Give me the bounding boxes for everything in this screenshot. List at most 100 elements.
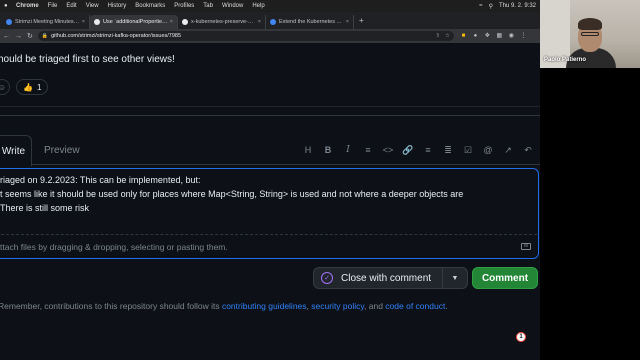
puzzle-icon[interactable]: ❖	[484, 33, 491, 40]
github-icon	[94, 19, 100, 25]
note-end: .	[445, 301, 448, 311]
code-icon[interactable]: <>	[380, 142, 396, 158]
reference-icon[interactable]: ↗	[500, 142, 516, 158]
divider	[0, 115, 540, 116]
comment-line: riaged on 9.2.2023: This can be implemen…	[0, 175, 201, 185]
participant-name: Paolo Patierno	[544, 57, 587, 63]
search-icon[interactable]: ⚲	[489, 3, 493, 10]
close-icon[interactable]: ×	[346, 19, 349, 25]
menu-dots-icon[interactable]: ⋮	[520, 33, 527, 40]
menu-file[interactable]: File	[48, 3, 58, 9]
close-reason-dropdown[interactable]: ▼	[443, 267, 468, 289]
tab-title: x-kubernetes-preserve-unkno...	[191, 19, 256, 25]
browser-tab-3[interactable]: x-kubernetes-preserve-unkno... ×	[178, 15, 266, 29]
divider	[0, 106, 540, 107]
numbered-list-icon[interactable]: ≣	[440, 142, 456, 158]
back-icon[interactable]: ←	[3, 33, 10, 40]
reaction-thumbs-up[interactable]: 👍 1	[16, 79, 49, 95]
menu-view[interactable]: View	[86, 3, 99, 9]
code-of-conduct-link[interactable]: code of conduct	[385, 301, 445, 311]
tab-title: Strimzi Meeting Minutes - Goo...	[15, 19, 80, 25]
extensions: ■ ● ❖ ▦ ◉ ⋮	[460, 33, 532, 40]
close-with-comment-button[interactable]: ✓ Close with comment	[313, 267, 443, 289]
italic-icon[interactable]: I	[340, 142, 356, 158]
attach-files-area[interactable]: ttach files by dragging & dropping, sele…	[0, 234, 537, 258]
menu-app[interactable]: Chrome	[16, 3, 39, 9]
reaction-count: 1	[36, 82, 42, 92]
contributing-guidelines-link[interactable]: contributing guidelines	[222, 301, 307, 311]
check-circle-icon: ✓	[321, 272, 333, 284]
extension-icon[interactable]: ●	[472, 33, 479, 40]
comment-textarea-container[interactable]: riaged on 9.2.2023: This can be implemen…	[0, 168, 539, 259]
webcam-overlay: Paolo Patierno	[540, 0, 640, 68]
note-sep: , and	[364, 301, 386, 311]
menu-edit[interactable]: Edit	[66, 3, 76, 9]
contribution-note: Remember, contributions to this reposito…	[0, 301, 448, 311]
kubernetes-icon	[270, 19, 276, 25]
tab-strip: Strimzi Meeting Minutes - Goo... × Use `…	[0, 12, 540, 29]
editor-header: Write Preview H B I ≡ <> 🔗 ≡ ≣ ☑ @ ↗ ↶	[0, 135, 540, 166]
apple-icon[interactable]: ●	[4, 3, 10, 9]
close-icon[interactable]: ×	[170, 19, 173, 25]
lock-icon[interactable]: 🔒	[42, 33, 48, 39]
triangle-down-icon: ▼	[451, 274, 459, 282]
bulleted-list-icon[interactable]: ≡	[420, 142, 436, 158]
mac-menubar: ● Chrome File Edit View History Bookmark…	[0, 0, 540, 12]
security-policy-link[interactable]: security policy	[311, 301, 364, 311]
heading-icon[interactable]: H	[300, 142, 316, 158]
reload-icon[interactable]: ↻	[27, 32, 33, 40]
person-hair	[578, 18, 602, 30]
close-button-group: ✓ Close with comment ▼	[313, 267, 468, 289]
markdown-toolbar: H B I ≡ <> 🔗 ≡ ≣ ☑ @ ↗ ↶	[300, 135, 540, 165]
menu-bookmarks[interactable]: Bookmarks	[135, 3, 165, 9]
forward-icon[interactable]: →	[15, 33, 22, 40]
tab-preview[interactable]: Preview	[44, 135, 80, 165]
url-field[interactable]: 🔒 github.com/strimzi/strimzi-kafka-opera…	[37, 31, 454, 41]
attach-hint: ttach files by dragging & dropping, sele…	[0, 241, 228, 252]
comment-button[interactable]: Comment	[472, 267, 538, 289]
menu-help[interactable]: Help	[252, 3, 264, 9]
github-issue-page: hould be triaged first to see other view…	[0, 43, 540, 360]
undo-icon[interactable]: ↶	[520, 142, 536, 158]
github-icon	[182, 19, 188, 25]
notification-badge[interactable]: 1	[516, 332, 526, 342]
status-area: ≈ ⚲ Thu 9. 2. 9:32	[473, 0, 536, 12]
browser-tab-1[interactable]: Strimzi Meeting Minutes - Goo... ×	[2, 15, 90, 29]
address-bar: ← → ↻ 🔒 github.com/strimzi/strimzi-kafka…	[0, 29, 540, 43]
tab-title: Use `additionalProperties` in C...	[103, 19, 168, 25]
close-icon[interactable]: ×	[82, 19, 85, 25]
task-list-icon[interactable]: ☑	[460, 142, 476, 158]
menu-tab[interactable]: Tab	[203, 3, 213, 9]
close-label: Close with comment	[341, 272, 432, 284]
mention-icon[interactable]: @	[480, 142, 496, 158]
browser-tab-4[interactable]: Extend the Kubernetes API wi... ×	[266, 15, 354, 29]
note-text: Remember, contributions to this reposito…	[0, 301, 222, 311]
menu-profiles[interactable]: Profiles	[174, 3, 194, 9]
share-icon[interactable]: ⇧	[435, 33, 440, 39]
new-tab-button[interactable]: +	[359, 16, 364, 25]
previous-comment-text: hould be triaged first to see other view…	[0, 54, 175, 65]
thumbs-up-icon: 👍	[23, 82, 33, 92]
link-icon[interactable]: 🔗	[400, 142, 416, 158]
docs-icon	[6, 19, 12, 25]
tab-write[interactable]: Write	[0, 135, 32, 166]
star-icon[interactable]: ☆	[445, 33, 450, 39]
browser-tab-2[interactable]: Use `additionalProperties` in C... ×	[90, 15, 178, 29]
menu-history[interactable]: History	[108, 3, 127, 9]
browser-screen: ● Chrome File Edit View History Bookmark…	[0, 0, 540, 360]
tab-title: Extend the Kubernetes API wi...	[279, 19, 344, 25]
person-glasses	[581, 32, 599, 36]
profile-icon[interactable]: ◉	[508, 33, 515, 40]
quote-icon[interactable]: ≡	[360, 142, 376, 158]
sidebar-icon[interactable]: ▦	[496, 33, 503, 40]
add-reaction-icon[interactable]: ☺	[0, 79, 10, 95]
menu-window[interactable]: Window	[222, 3, 243, 9]
extension-icon[interactable]: ■	[460, 33, 467, 40]
comment-textarea[interactable]: riaged on 9.2.2023: This can be implemen…	[0, 173, 530, 231]
reactions: ☺ 👍 1	[0, 79, 49, 95]
close-icon[interactable]: ×	[258, 19, 261, 25]
clock[interactable]: Thu 9. 2. 9:32	[499, 3, 536, 9]
wifi-icon[interactable]: ≈	[479, 3, 482, 9]
markdown-icon[interactable]: M	[521, 243, 531, 250]
bold-icon[interactable]: B	[320, 142, 336, 158]
